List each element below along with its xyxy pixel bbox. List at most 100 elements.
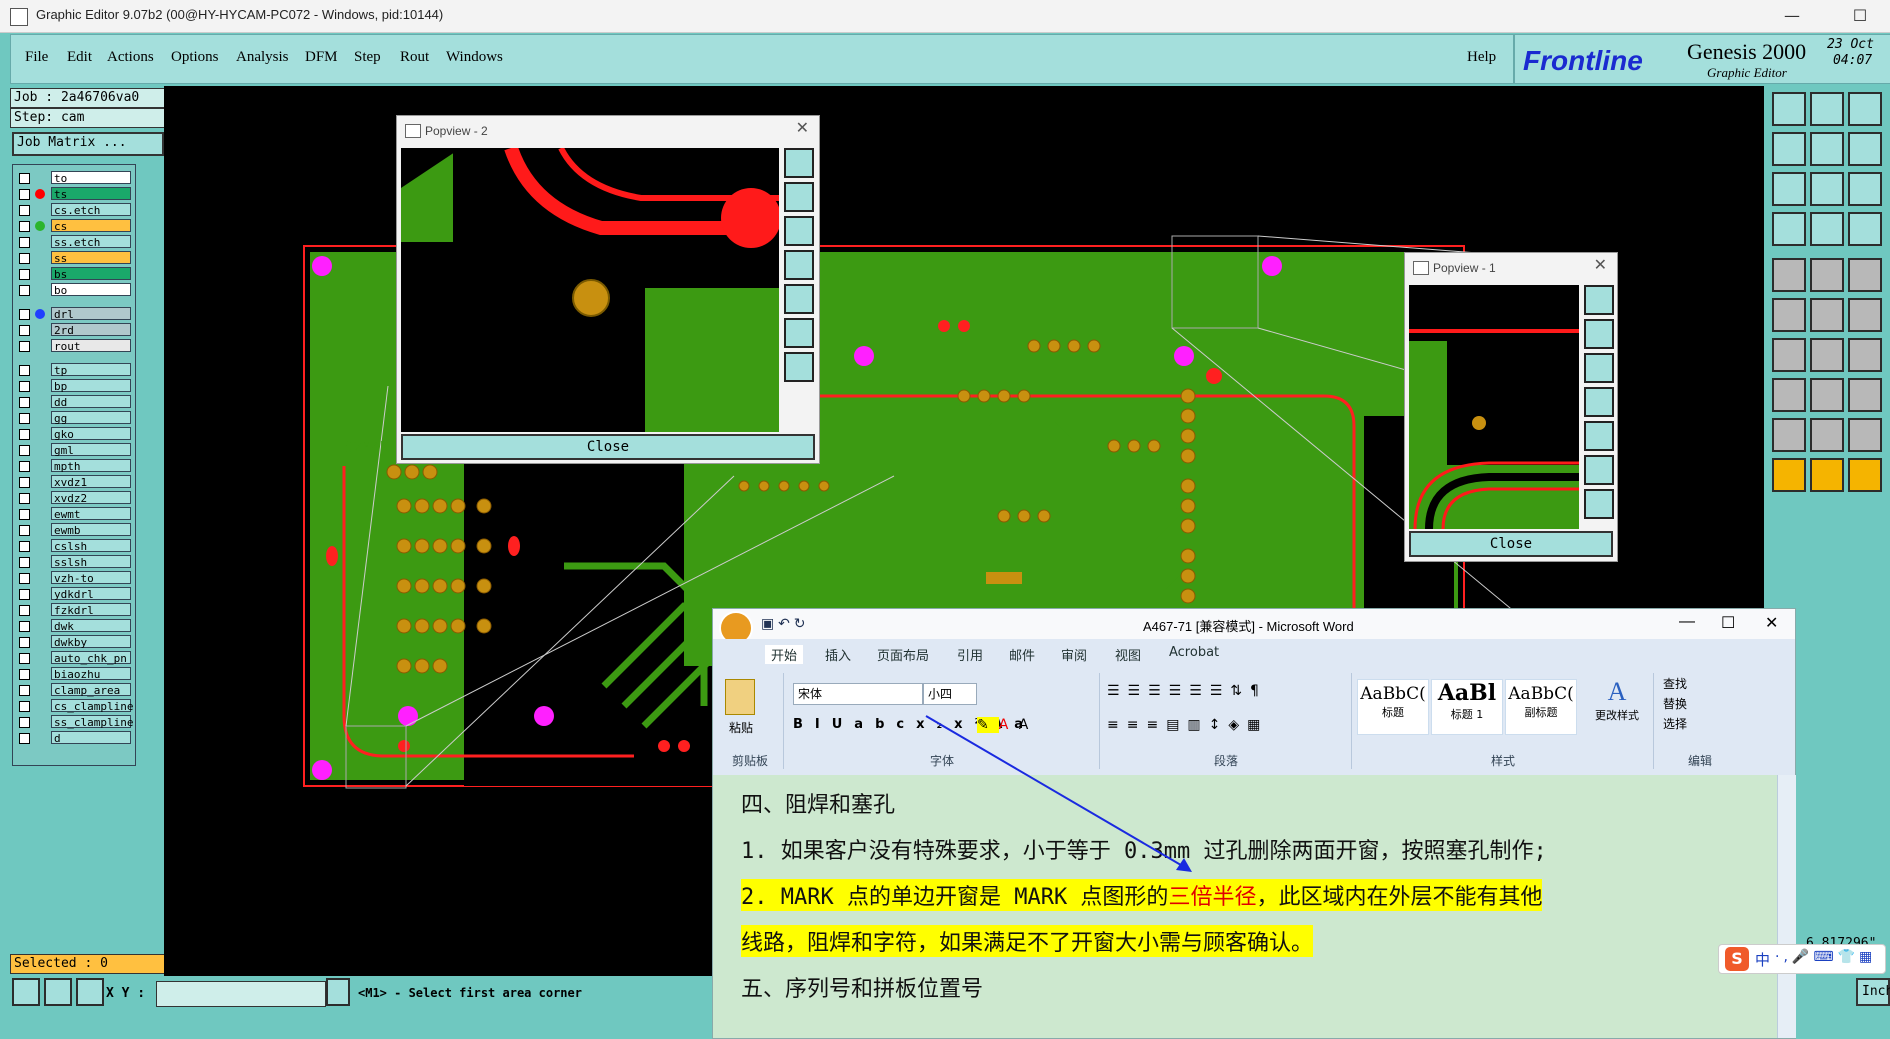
- layer-row-ts[interactable]: ts: [15, 187, 133, 201]
- tab-review[interactable]: 审阅: [1061, 645, 1087, 664]
- layer-checkbox[interactable]: [19, 541, 30, 552]
- layer-checkbox[interactable]: [19, 461, 30, 472]
- layer-name[interactable]: to: [51, 171, 131, 185]
- ime-toolbar[interactable]: S 中 ·,🎤⌨👕▦: [1718, 944, 1886, 974]
- layer-row-auto_chk_pn[interactable]: auto_chk_pn: [15, 651, 133, 665]
- xy-input[interactable]: [156, 981, 326, 1007]
- change-styles-button[interactable]: A 更改样式: [1589, 677, 1645, 737]
- layer-name[interactable]: bp: [51, 379, 131, 393]
- layer-row-to[interactable]: to: [15, 171, 133, 185]
- pointer-alt-icon[interactable]: [1810, 458, 1844, 492]
- popview-2-close-button[interactable]: Close: [401, 434, 815, 460]
- layer-row-dd[interactable]: dd: [15, 395, 133, 409]
- layer-name[interactable]: ewmt: [51, 507, 131, 521]
- menu-windows[interactable]: Windows: [446, 49, 503, 66]
- layer-name[interactable]: xvdz2: [51, 491, 131, 505]
- popview-tool-3-icon[interactable]: [1584, 353, 1614, 383]
- layer-row-ss_clampline[interactable]: ss_clampline: [15, 715, 133, 729]
- layer-name[interactable]: ss_clampline: [51, 715, 133, 729]
- layer-checkbox[interactable]: [19, 669, 30, 680]
- layer-checkbox[interactable]: [19, 237, 30, 248]
- layer-checkbox[interactable]: [19, 525, 30, 536]
- find-button[interactable]: 查找: [1663, 675, 1687, 692]
- layer-checkbox[interactable]: [19, 189, 30, 200]
- popview-tool-7-icon[interactable]: [784, 352, 814, 382]
- layer-checkbox[interactable]: [19, 269, 30, 280]
- layer-row-sslsh[interactable]: sslsh: [15, 555, 133, 569]
- menu-actions[interactable]: Actions: [107, 49, 154, 66]
- popview-tool-2-icon[interactable]: [1584, 319, 1614, 349]
- layer-checkbox[interactable]: [19, 341, 30, 352]
- tab-home[interactable]: 开始: [765, 645, 804, 664]
- style-title[interactable]: AaBbC( 标题: [1357, 679, 1429, 735]
- popview-tool-5-icon[interactable]: [1584, 421, 1614, 451]
- undo-view-icon[interactable]: [1848, 132, 1882, 166]
- menu-file[interactable]: File: [25, 49, 48, 66]
- layer-name[interactable]: bs: [51, 267, 131, 281]
- highlight-color-icon[interactable]: ✎AA: [977, 717, 1038, 733]
- layer-checkbox[interactable]: [19, 205, 30, 216]
- ime-mode[interactable]: 中: [1755, 949, 1770, 970]
- popview-1-close-button[interactable]: Close: [1409, 531, 1613, 557]
- menu-edit[interactable]: Edit: [67, 49, 92, 66]
- select-box-icon[interactable]: [1772, 378, 1806, 412]
- layer-row-xvdz2[interactable]: xvdz2: [15, 491, 133, 505]
- layer-name[interactable]: clamp_area: [51, 683, 131, 697]
- layer-checkbox[interactable]: [19, 653, 30, 664]
- text-a-icon[interactable]: [1810, 418, 1844, 452]
- zoom-fit-icon[interactable]: [1772, 172, 1806, 206]
- layer-name[interactable]: ydkdrl: [51, 587, 131, 601]
- layer-checkbox[interactable]: [19, 589, 30, 600]
- tab-insert[interactable]: 插入: [825, 645, 851, 664]
- pan-left-icon[interactable]: [1772, 132, 1806, 166]
- menu-dfm[interactable]: DFM: [305, 49, 338, 66]
- layer-row-gg[interactable]: gg: [15, 411, 133, 425]
- ruler-icon[interactable]: [1848, 258, 1882, 292]
- popview-2-canvas[interactable]: [401, 145, 781, 432]
- list-icons[interactable]: ☰☰☰☰☰☰⇅¶: [1107, 683, 1267, 699]
- layer-row-d[interactable]: d: [15, 731, 133, 745]
- popview-tool-4-icon[interactable]: [784, 250, 814, 280]
- layer-checkbox[interactable]: [19, 221, 30, 232]
- ime-tools-icon[interactable]: ·,🎤⌨👕▦: [1775, 949, 1876, 965]
- paste-icon[interactable]: [725, 679, 755, 715]
- line-icon[interactable]: [1772, 338, 1806, 372]
- doc-scrollbar[interactable]: [1777, 775, 1796, 1038]
- layer-name[interactable]: ts: [51, 187, 131, 201]
- layer-row-ss.etch[interactable]: ss.etch: [15, 235, 133, 249]
- font-name-select[interactable]: 宋体: [793, 683, 923, 705]
- word-minimize-button[interactable]: —: [1679, 613, 1695, 631]
- menu-analysis[interactable]: Analysis: [236, 49, 289, 66]
- layer-checkbox[interactable]: [19, 685, 30, 696]
- quick-access-save-icon[interactable]: ▣ ↶ ↻: [761, 615, 805, 632]
- zoom-icon[interactable]: [12, 978, 40, 1006]
- layer-name[interactable]: cs_clampline: [51, 699, 133, 713]
- layer-name[interactable]: cs: [51, 219, 131, 233]
- triangle-icon[interactable]: [1772, 418, 1806, 452]
- connect-icon[interactable]: [1772, 298, 1806, 332]
- document-area[interactable]: 四、阻焊和塞孔 1. 如果客户没有特殊要求，小于等于 0.3mm 过孔删除两面开…: [713, 775, 1777, 1038]
- layer-name[interactable]: vzh-to: [51, 571, 131, 585]
- arc-icon[interactable]: [1848, 298, 1882, 332]
- rotate-icon[interactable]: [1848, 338, 1882, 372]
- step-up-icon[interactable]: [1772, 92, 1806, 126]
- layer-name[interactable]: drl: [51, 307, 131, 321]
- replace-button[interactable]: 替换: [1663, 695, 1687, 712]
- layer-name[interactable]: fzkdrl: [51, 603, 131, 617]
- menu-options[interactable]: Options: [171, 49, 219, 66]
- popview-tool-1-icon[interactable]: [784, 148, 814, 178]
- popview-1-close-icon[interactable]: ✕: [1594, 255, 1607, 274]
- layer-checkbox[interactable]: [19, 557, 30, 568]
- popview-tool-3-icon[interactable]: [784, 216, 814, 246]
- layer-name[interactable]: biaozhu: [51, 667, 131, 681]
- layer-row-tp[interactable]: tp: [15, 363, 133, 377]
- pointer-icon[interactable]: [1772, 458, 1806, 492]
- layer-checkbox[interactable]: [19, 717, 30, 728]
- layer-row-dwk[interactable]: dwk: [15, 619, 133, 633]
- layer-row-fzkdrl[interactable]: fzkdrl: [15, 603, 133, 617]
- popview-tool-6-icon[interactable]: [1584, 455, 1614, 485]
- layer-row-cslsh[interactable]: cslsh: [15, 539, 133, 553]
- layer-row-rout[interactable]: rout: [15, 339, 133, 353]
- layer-row-gko[interactable]: gko: [15, 427, 133, 441]
- text-a2-icon[interactable]: [1848, 418, 1882, 452]
